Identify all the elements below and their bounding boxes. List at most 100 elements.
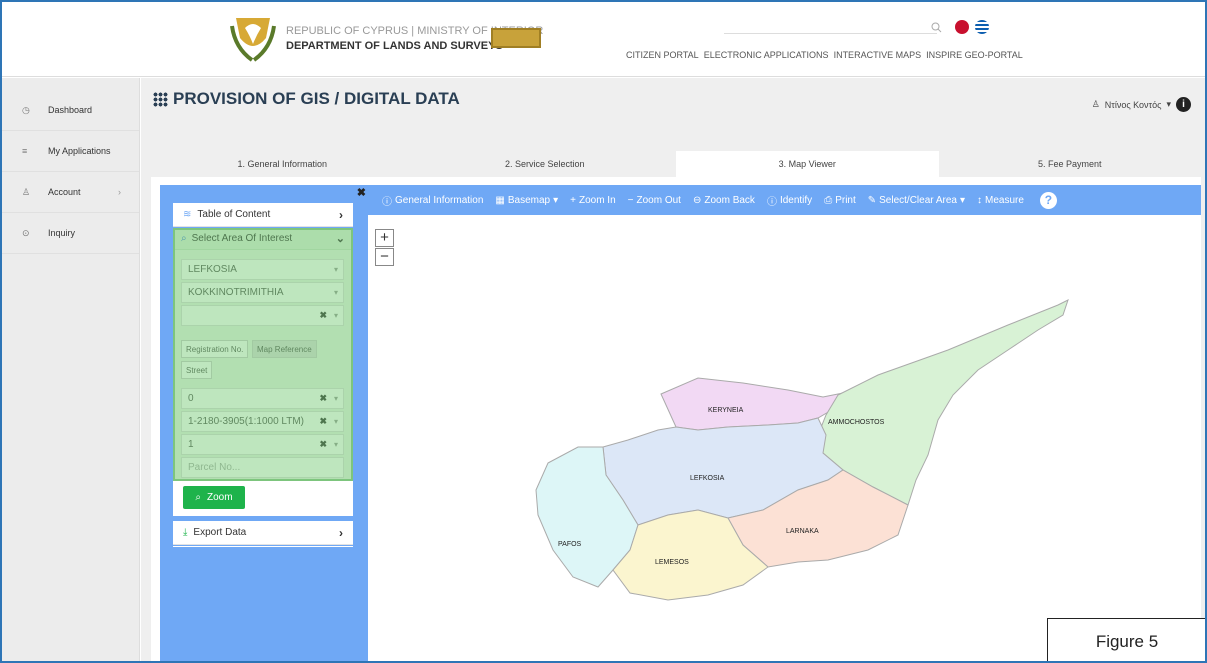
page-frame: REPUBLIC OF CYPRUS | MINISTRY OF INTERIO…	[0, 0, 1207, 663]
tool-label: Basemap	[507, 194, 551, 206]
region-label-keryneia: KERYNEIA	[708, 407, 744, 414]
page-title-row: PROVISION OF GIS / DIGITAL DATA	[153, 89, 460, 109]
top-navigation: CITIZEN PORTAL ELECTRONIC APPLICATIONS I…	[626, 50, 1023, 60]
tab-service-selection[interactable]: 2. Service Selection	[414, 151, 677, 177]
caret-down-icon: ▾	[553, 194, 559, 206]
tool-label: Zoom Back	[704, 194, 755, 206]
download-icon: ⤓	[183, 527, 188, 538]
map-region-ammochostos[interactable]	[817, 299, 1069, 506]
user-name: Ντίνος Κοντός	[1104, 99, 1162, 110]
pencil-icon: ✎	[867, 194, 877, 206]
search-input[interactable]	[724, 33, 937, 34]
figure-caption: Figure 5	[1047, 618, 1205, 661]
tab-general-information[interactable]: 1. General Information	[151, 151, 414, 177]
zoom-out-button[interactable]: − Zoom Out	[628, 195, 681, 206]
wizard-tabs: 1. General Information 2. Service Select…	[151, 151, 1201, 177]
tool-label: Zoom In	[578, 194, 616, 206]
nav-electronic-applications[interactable]: ELECTRONIC APPLICATIONS	[704, 50, 829, 60]
back-icon: ⊖	[692, 194, 702, 206]
caret-down-icon: ▾	[1166, 99, 1171, 109]
ruler-icon: ↕	[977, 194, 982, 206]
general-information-button[interactable]: ⓘ General Information	[382, 193, 483, 208]
tool-label: Identify	[779, 194, 813, 206]
identify-button[interactable]: ⓘ Identify	[767, 193, 812, 208]
tool-label: Select/Clear Area	[879, 194, 957, 206]
region-label-lefkosia: LEFKOSIA	[690, 475, 725, 482]
map-canvas[interactable]: KERYNEIA AMMOCHOSTOS LEFKOSIA LARNAKA PA…	[368, 215, 1186, 661]
divider	[173, 546, 353, 547]
help-icon[interactable]: ?	[1039, 191, 1057, 209]
close-icon[interactable]: ✖	[357, 186, 366, 199]
chevron-right-icon: ›	[339, 525, 343, 540]
applications-icon: ≡	[22, 146, 28, 156]
site-header: REPUBLIC OF CYPRUS | MINISTRY OF INTERIO…	[2, 2, 1205, 77]
tool-label: Print	[835, 194, 856, 206]
layers-icon: ≋	[183, 209, 192, 220]
dashboard-icon: ◷	[22, 104, 30, 115]
chevron-right-icon: ›	[339, 207, 343, 222]
sidebar-item-my-applications[interactable]: ≡ My Applications	[2, 131, 139, 172]
export-data-header[interactable]: ⤓ Export Data ›	[173, 521, 353, 545]
select-clear-area-button[interactable]: ✎ Select/Clear Area ▾	[868, 195, 965, 206]
measure-button[interactable]: ↕ Measure	[977, 195, 1024, 206]
zoom-label: Zoom	[207, 492, 233, 503]
left-panel: ✖ ≋ Table of Content › ⌕ Select Area Of Int…	[160, 185, 368, 661]
sidebar-item-account[interactable]: ♙ Account ›	[2, 172, 139, 213]
print-icon: ⎙	[824, 194, 833, 206]
plus-icon: +	[570, 194, 576, 206]
sidebar-item-label: Inquiry	[48, 228, 76, 238]
info-icon: ⓘ	[382, 196, 392, 208]
sidebar-item-inquiry[interactable]: ⊙ Inquiry	[2, 213, 139, 254]
chevron-right-icon: ›	[118, 187, 121, 197]
basemap-button[interactable]: ▦ Basemap ▾	[495, 195, 558, 206]
user-icon: ♙	[1091, 99, 1100, 109]
nav-inspire-geoportal[interactable]: INSPIRE GEO-PORTAL	[926, 50, 1023, 60]
region-label-ammochostos: AMMOCHOSTOS	[828, 419, 885, 426]
sidebar-item-label: Account	[48, 187, 81, 197]
cyprus-emblem-image	[491, 28, 541, 48]
zoom-in-button[interactable]: + Zoom In	[570, 195, 616, 206]
page-title: PROVISION OF GIS / DIGITAL DATA	[173, 89, 460, 108]
search-icon[interactable]	[931, 22, 942, 33]
grid-icon	[153, 91, 168, 107]
table-of-content-header[interactable]: ≋ Table of Content ›	[173, 203, 353, 227]
cyprus-districts-map: KERYNEIA AMMOCHOSTOS LEFKOSIA LARNAKA PA…	[535, 299, 1069, 601]
tool-label: Zoom Out	[636, 194, 681, 206]
highlight-overlay	[173, 228, 353, 481]
region-label-larnaka: LARNAKA	[786, 528, 819, 535]
zoom-back-button[interactable]: ⊖ Zoom Back	[693, 195, 755, 206]
map-viewer-panel: ✖ ≋ Table of Content › ⌕ Select Area Of Int…	[151, 177, 1201, 661]
print-button[interactable]: ⎙ Print	[824, 195, 856, 206]
nav-citizen-portal[interactable]: CITIZEN PORTAL	[626, 50, 699, 60]
info-icon[interactable]: i	[1176, 97, 1191, 112]
caret-down-icon: ▾	[959, 194, 965, 206]
greek-flag-icon[interactable]	[975, 20, 989, 34]
sidebar-item-label: Dashboard	[48, 105, 93, 115]
identify-icon: ⓘ	[766, 196, 777, 208]
english-flag-icon[interactable]	[955, 20, 969, 34]
region-label-pafos: PAFOS	[558, 541, 582, 548]
toc-label: Table of Content	[197, 209, 271, 220]
tab-fee-payment[interactable]: 5. Fee Payment	[939, 151, 1202, 177]
account-icon: ♙	[22, 186, 31, 197]
nav-interactive-maps[interactable]: INTERACTIVE MAPS	[834, 50, 922, 60]
main-content: PROVISION OF GIS / DIGITAL DATA ♙ Ντίνος …	[141, 78, 1205, 661]
tab-map-viewer[interactable]: 3. Map Viewer	[676, 151, 939, 177]
coat-of-arms-logo	[230, 18, 276, 62]
sidebar-item-dashboard[interactable]: ◷ Dashboard	[2, 90, 139, 131]
map-zoom-out-button[interactable]: −	[375, 248, 394, 266]
inquiry-icon: ⊙	[22, 227, 30, 238]
grid-icon: ▦	[495, 194, 505, 206]
map-zoom-in-button[interactable]: +	[375, 229, 394, 247]
user-menu[interactable]: ♙ Ντίνος Κοντός ▾ i	[1092, 97, 1191, 112]
sidebar-item-label: My Applications	[48, 146, 111, 156]
sidebar: ◷ Dashboard ≡ My Applications ♙ Account › ⊙ I…	[2, 78, 140, 661]
region-label-lemesos: LEMESOS	[655, 559, 689, 566]
search-icon: ⌕	[195, 492, 202, 503]
zoom-button[interactable]: ⌕ Zoom	[183, 486, 245, 509]
minus-icon: −	[627, 194, 634, 206]
tool-label: General Information	[395, 194, 484, 206]
tool-label: Measure	[985, 194, 1024, 206]
export-label: Export Data	[193, 527, 247, 538]
map-toolbar: ⓘ General Information ▦ Basemap ▾ + Zoom In …	[368, 185, 1201, 215]
